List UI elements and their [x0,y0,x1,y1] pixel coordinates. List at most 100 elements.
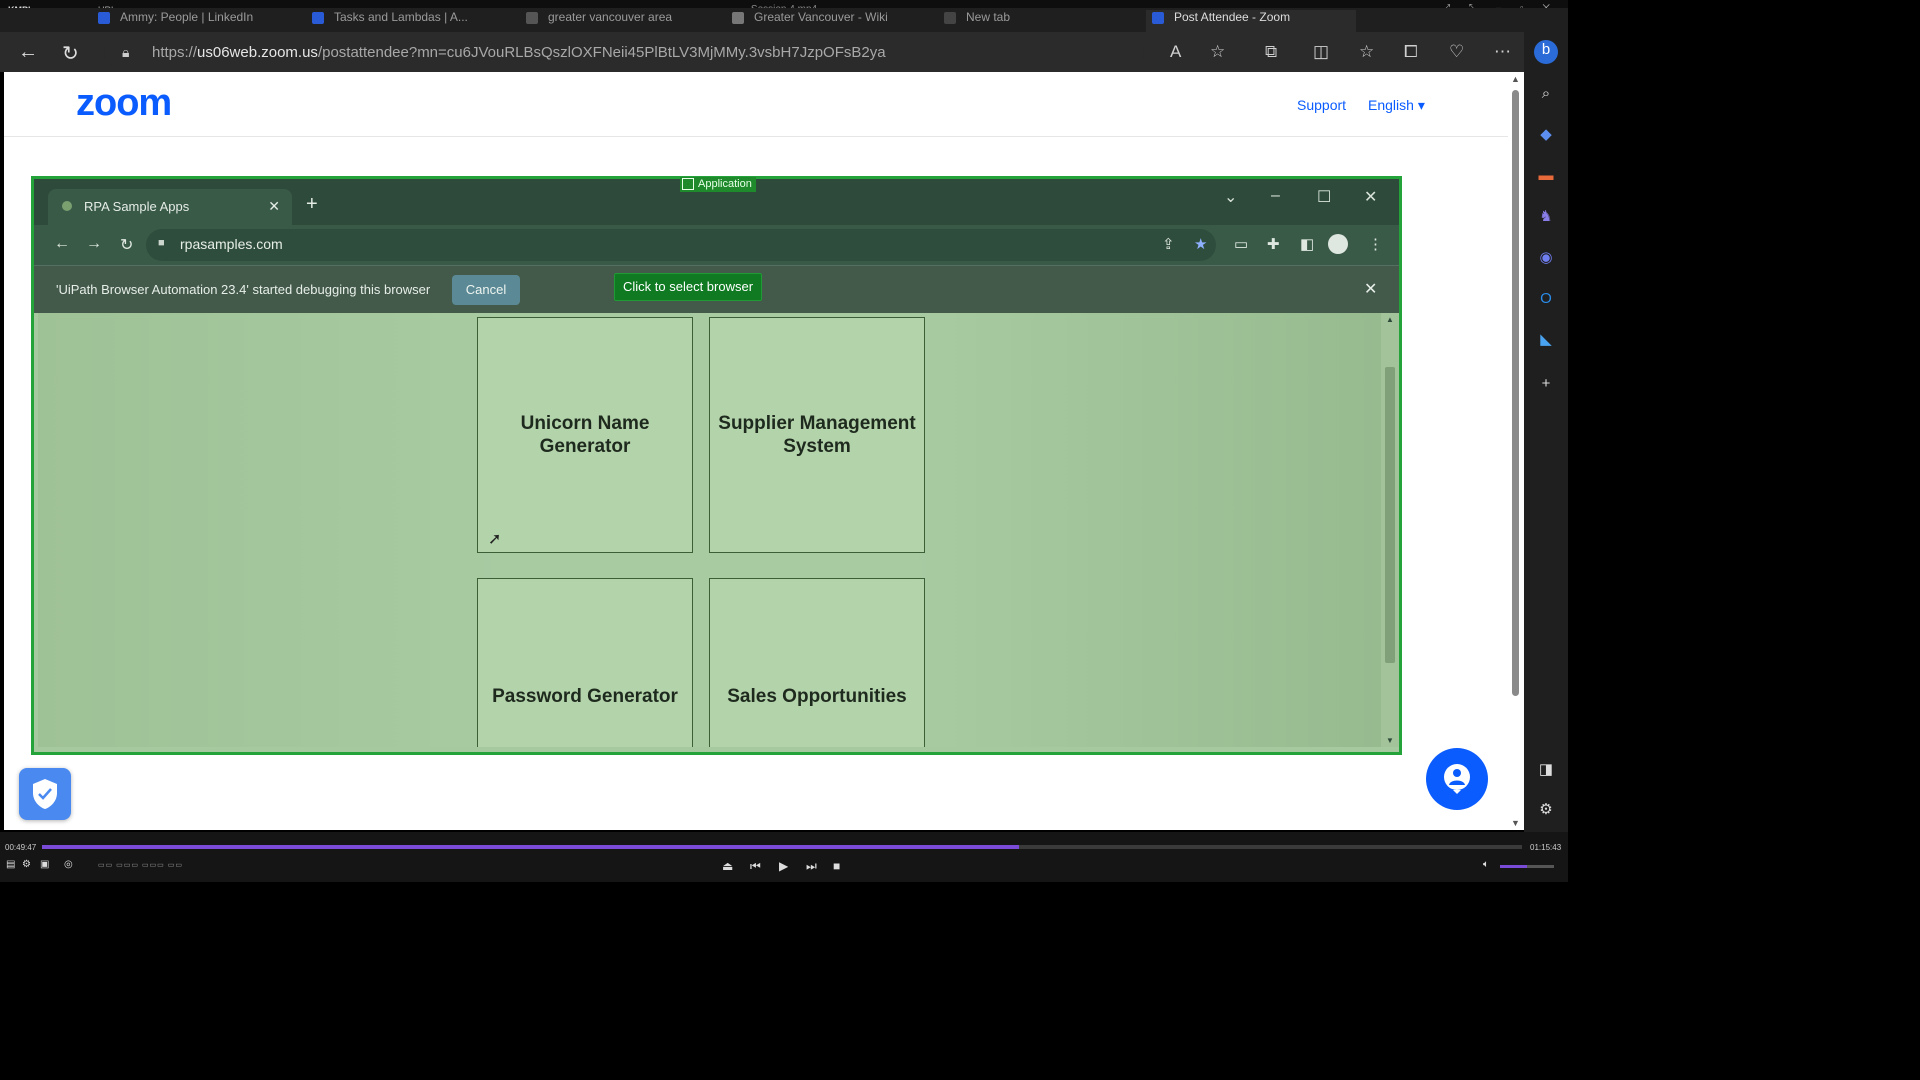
search-icon [526,11,538,24]
close-infobar-icon[interactable]: ✕ [1364,279,1377,299]
zoom-logo[interactable]: zoom [76,82,172,125]
seek-progress [42,845,1019,849]
support-chat-button[interactable] [1426,748,1488,810]
share-icon[interactable]: ⇪ [1162,235,1175,253]
edge-address-bar[interactable]: 🔒︎ https://us06web.zoom.us/postattendee?… [104,36,1144,68]
tools-icon[interactable]: ▬ [1536,166,1556,186]
chrome-url-text[interactable]: rpasamples.com [180,236,283,252]
next-icon[interactable]: ⏭ [806,859,817,874]
favorite-star-icon[interactable]: ☆ [1210,42,1225,62]
side-panel-icon[interactable]: ◧ [1300,235,1314,253]
sidebar-toggle-icon[interactable]: ◨ [1536,760,1556,780]
edge-tab[interactable]: Ammy: People | LinkedIn [92,10,292,32]
volume-icon[interactable]: 🔈︎ [1483,859,1489,870]
vr-icon[interactable]: ◎ [64,859,73,870]
bing-icon[interactable]: b [1534,40,1558,64]
collections-icon[interactable]: ⧠ [1404,42,1418,62]
eject-icon[interactable]: ⏏ [722,859,733,873]
app-card-password-generator[interactable]: Password Generator [477,578,693,747]
refresh-icon[interactable]: ↻ [62,41,79,66]
lock-icon: ■ [158,237,165,249]
extensions-puzzle-icon[interactable]: ✚ [1267,235,1280,253]
back-icon[interactable]: ← [18,41,38,64]
add-icon[interactable]: + [1536,374,1556,394]
chrome-address-bar[interactable]: ■ rpasamples.com [146,229,1216,261]
app-card-title: Password Generator [492,686,678,707]
site-scrollbar[interactable]: ▲ ▼ [1381,313,1399,747]
split-screen-icon[interactable]: ◫ [1313,42,1329,62]
chrome-menu-icon[interactable]: ⋮ [1368,235,1383,253]
playlist-icon[interactable]: ▤ [6,859,15,870]
back-icon[interactable]: ← [54,235,70,253]
scroll-down-icon[interactable]: ▼ [1511,818,1520,828]
edge-tab[interactable]: Tasks and Lambdas | A... [306,10,506,32]
current-time: 00:49:47 [5,843,37,852]
linkedin-icon [98,11,110,24]
scroll-up-icon[interactable]: ▲ [1386,315,1394,324]
cancel-button[interactable]: Cancel [452,275,520,305]
edge-tab-active[interactable]: Post Attendee - Zoom [1146,10,1356,32]
app-card-unicorn-name-generator[interactable]: Unicorn Name Generator [477,317,693,553]
settings-gear-icon[interactable]: ⚙ [1536,800,1556,820]
app-card-sales-opportunities[interactable]: Sales Opportunities [709,578,925,747]
play-icon[interactable]: ▶ [779,859,788,873]
favorites-icon[interactable]: ☆ [1359,42,1374,62]
page-scrollbar[interactable]: ▲ ▼ [1508,72,1524,830]
site-favicon-icon [62,201,72,211]
more-menu-icon[interactable]: ⋯ [1494,42,1511,62]
new-tab-icon [944,11,956,24]
language-selector[interactable]: English ▾ [1368,97,1425,114]
app-card-supplier-management-system[interactable]: Supplier Management System [709,317,925,553]
scrollbar-thumb[interactable] [1385,367,1395,663]
scroll-up-icon[interactable]: ▲ [1511,74,1520,84]
outlook-icon[interactable]: O [1536,289,1556,309]
rpa-sample-apps-page: Unicorn Name Generator Supplier Manageme… [38,313,1381,747]
app-card-title: Unicorn Name Generator [520,413,650,457]
seek-bar[interactable] [42,845,1522,849]
games-icon[interactable]: ♞ [1536,207,1556,227]
edge-tab[interactable]: Greater Vancouver - Wiki [726,10,926,32]
lock-icon: 🔒︎ [122,44,130,60]
extensions-icon[interactable]: ⧉ [1265,42,1277,62]
scroll-down-icon[interactable]: ▼ [1386,736,1394,745]
close-tab-icon[interactable]: ✕ [268,198,280,215]
tab-favicon-icon [312,11,324,24]
forward-icon[interactable]: → [86,235,102,253]
uipath-extension-icon[interactable]: ▭ [1234,235,1248,253]
volume-slider[interactable] [1500,865,1554,868]
chat-agent-icon [1444,764,1470,794]
stop-icon[interactable]: ■ [833,859,840,873]
new-tab-icon[interactable]: + [306,193,318,216]
chrome-tab[interactable]: RPA Sample Apps ✕ [48,189,292,225]
edge-tab[interactable]: greater vancouver area [520,10,710,32]
scrollbar-thumb[interactable] [1512,90,1519,696]
previous-icon[interactable]: ⏮ [750,859,761,874]
profile-avatar[interactable] [1328,234,1348,254]
capture-icon[interactable]: ▣ [40,859,49,870]
player-controls: 00:49:47 01:15:43 ▤ ⚙ ▣ ◎ ▭▭ ▭▭▭ ▭▭▭ ▭▭ … [0,832,1568,882]
minimize-icon[interactable]: – [1271,187,1280,205]
read-aloud-icon[interactable]: A [1170,42,1181,62]
microsoft365-icon[interactable]: ◉ [1536,248,1556,268]
send-icon[interactable]: ◣ [1536,330,1556,350]
maximize-icon[interactable]: ☐ [1317,187,1331,207]
search-icon[interactable]: ⌕ [1536,84,1556,104]
total-time: 01:15:43 [1530,843,1562,852]
application-tag: Application [680,177,756,192]
security-shield-button[interactable] [19,768,71,820]
tab-search-icon[interactable]: ⌄ [1224,187,1237,207]
wikipedia-icon [732,11,744,24]
shield-check-icon [33,779,57,809]
zoom-icon [1152,11,1164,24]
app-card-title: Sales Opportunities [727,686,907,707]
settings-icon[interactable]: ⚙ [22,859,31,870]
close-window-icon[interactable]: ✕ [1364,187,1377,207]
performance-icon[interactable]: ♡ [1449,42,1464,62]
bookmark-star-icon[interactable]: ★ [1194,235,1207,253]
edge-url-text[interactable]: https://us06web.zoom.us/postattendee?mn=… [152,44,886,61]
support-link[interactable]: Support [1297,97,1346,113]
edge-tab[interactable]: New tab [938,10,1138,32]
reload-icon[interactable]: ↻ [120,235,133,255]
shopping-tag-icon[interactable]: ◆ [1536,125,1556,145]
select-browser-tooltip: Click to select browser [614,273,763,301]
